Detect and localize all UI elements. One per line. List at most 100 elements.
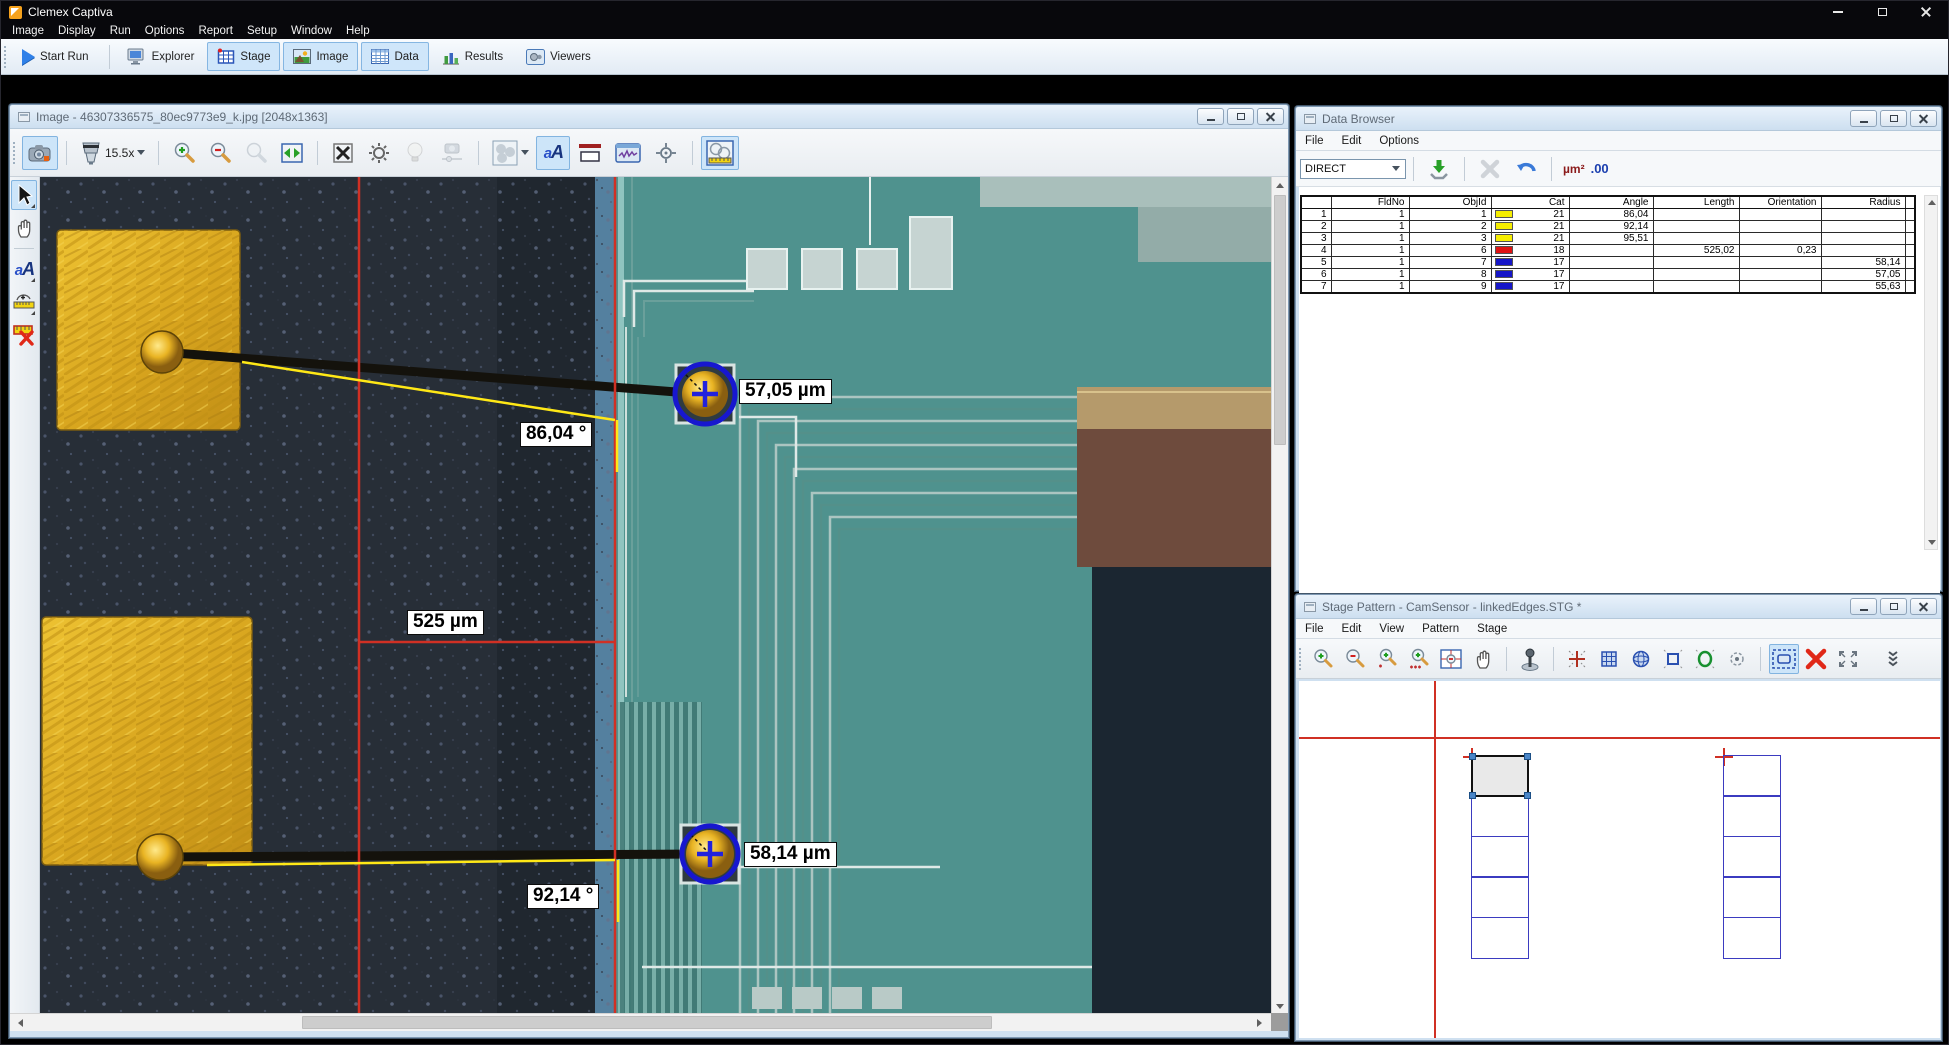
sp-ellipse-button[interactable] xyxy=(1690,644,1720,674)
radius-label-1[interactable]: 57,05 µm xyxy=(739,379,832,404)
start-run-button[interactable]: Start Run xyxy=(12,42,99,71)
pan-tool[interactable] xyxy=(11,213,37,243)
table-row[interactable]: 3132195,51 xyxy=(1301,233,1915,245)
image-window-titlebar[interactable]: Image - 46307336575_80ec9773e9_k.jpg [20… xyxy=(10,105,1288,129)
sp-origin-button[interactable] xyxy=(1562,644,1592,674)
menu-options[interactable]: Options xyxy=(138,25,192,37)
sp-selection-frame-button[interactable] xyxy=(1769,644,1799,674)
data-source-select[interactable]: DIRECT xyxy=(1300,159,1406,179)
menu-help[interactable]: Help xyxy=(339,25,377,37)
data-button[interactable]: Data xyxy=(361,42,428,71)
image-canvas[interactable]: 57,05 µm 86,04 ° 525 µm 92,14 ° 58,14 µm xyxy=(40,177,1271,1015)
image-minimize-button[interactable] xyxy=(1197,108,1224,125)
menu-report[interactable]: Report xyxy=(191,25,240,37)
table-vertical-scrollbar[interactable] xyxy=(1924,195,1938,550)
pattern-measure-button[interactable] xyxy=(701,136,739,170)
close-button[interactable] xyxy=(1904,1,1948,23)
sp-zoom-out-button[interactable] xyxy=(1340,644,1370,674)
db-close-button[interactable] xyxy=(1910,110,1937,127)
calibration-button[interactable] xyxy=(362,136,396,170)
measure-rotate-tool[interactable] xyxy=(11,287,37,317)
sp-menu-stage[interactable]: Stage xyxy=(1468,623,1516,635)
col-radius[interactable]: Radius xyxy=(1821,196,1905,209)
results-button[interactable]: Results xyxy=(432,42,513,71)
table-row[interactable]: 1112186,04 xyxy=(1301,209,1915,221)
image-horizontal-scrollbar[interactable] xyxy=(10,1013,1288,1031)
db-maximize-button[interactable] xyxy=(1880,110,1907,127)
stage-field[interactable] xyxy=(1471,795,1529,837)
camera-settings-button[interactable] xyxy=(434,136,470,170)
stage-field[interactable] xyxy=(1723,755,1781,797)
menu-image[interactable]: Image xyxy=(5,25,51,37)
sp-zoom-all-button[interactable] xyxy=(1404,644,1434,674)
col-angle[interactable]: Angle xyxy=(1569,196,1653,209)
data-browser-titlebar[interactable]: Data Browser xyxy=(1296,107,1941,131)
scroll-right-icon[interactable] xyxy=(1257,1019,1262,1027)
precision-label[interactable]: .00 xyxy=(1591,161,1609,176)
sp-menu-edit[interactable]: Edit xyxy=(1333,623,1371,635)
stage-field[interactable] xyxy=(1723,795,1781,837)
select-tool[interactable] xyxy=(11,180,37,210)
delete-measure-tool[interactable] xyxy=(11,320,37,350)
zoom-free-button[interactable] xyxy=(239,136,273,170)
col-objid[interactable]: ObjId xyxy=(1409,196,1491,209)
menu-setup[interactable]: Setup xyxy=(240,25,284,37)
table-row[interactable]: 7191755,63 xyxy=(1301,281,1915,294)
zoom-in-button[interactable] xyxy=(167,136,201,170)
stage-canvas[interactable] xyxy=(1299,681,1940,1038)
annotate-tool[interactable]: aA xyxy=(11,254,37,284)
maximize-button[interactable] xyxy=(1860,1,1904,23)
explorer-button[interactable]: Explorer xyxy=(117,42,205,71)
length-label[interactable]: 525 µm xyxy=(407,610,484,635)
delete-data-button[interactable] xyxy=(1473,155,1507,183)
sp-grid-button[interactable] xyxy=(1594,644,1624,674)
transfer-button[interactable] xyxy=(1422,155,1456,183)
stage-field[interactable] xyxy=(1471,876,1529,918)
db-menu-options[interactable]: Options xyxy=(1370,135,1428,147)
sp-menu-pattern[interactable]: Pattern xyxy=(1413,623,1468,635)
image-vertical-scrollbar[interactable] xyxy=(1271,177,1288,1015)
delete-object-button[interactable] xyxy=(326,136,360,170)
sp-close-button[interactable] xyxy=(1910,598,1937,615)
light-button[interactable] xyxy=(398,136,432,170)
radius-label-2[interactable]: 58,14 µm xyxy=(744,842,837,867)
sp-maximize-button[interactable] xyxy=(1880,598,1907,615)
sp-zoom-selection-button[interactable] xyxy=(1372,644,1402,674)
sp-zoom-window-button[interactable] xyxy=(1436,644,1466,674)
angle-label-2[interactable]: 92,14 ° xyxy=(527,884,599,909)
image-close-button[interactable] xyxy=(1257,108,1284,125)
sp-point-button[interactable] xyxy=(1722,644,1752,674)
sp-pan-button[interactable] xyxy=(1468,644,1498,674)
viewers-button[interactable]: Viewers xyxy=(516,42,601,71)
stage-field-selected[interactable] xyxy=(1471,755,1529,797)
sp-square-button[interactable] xyxy=(1658,644,1688,674)
stage-field[interactable] xyxy=(1723,836,1781,878)
table-row[interactable]: 2122192,14 xyxy=(1301,221,1915,233)
undo-button[interactable] xyxy=(1509,155,1543,183)
fit-window-button[interactable] xyxy=(275,136,309,170)
sp-menu-view[interactable]: View xyxy=(1370,623,1413,635)
sp-joystick-button[interactable] xyxy=(1515,644,1545,674)
col-cat[interactable]: Cat xyxy=(1491,196,1569,209)
table-row[interactable]: 6181757,05 xyxy=(1301,269,1915,281)
toolbar-grip[interactable] xyxy=(4,46,8,68)
stage-field[interactable] xyxy=(1723,876,1781,918)
stage-button[interactable]: Stage xyxy=(207,42,280,71)
minimize-button[interactable] xyxy=(1816,1,1860,23)
image-button[interactable]: Image xyxy=(283,42,358,71)
sp-delete-button[interactable] xyxy=(1801,644,1831,674)
db-menu-file[interactable]: File xyxy=(1296,135,1333,147)
measure-button[interactable] xyxy=(572,136,608,170)
menu-window[interactable]: Window xyxy=(284,25,339,37)
db-minimize-button[interactable] xyxy=(1850,110,1877,127)
db-menu-edit[interactable]: Edit xyxy=(1333,135,1371,147)
annotate-button[interactable]: aA xyxy=(536,136,570,170)
sp-menu-file[interactable]: File xyxy=(1296,623,1333,635)
horizontal-scroll-thumb[interactable] xyxy=(302,1016,992,1029)
stage-field[interactable] xyxy=(1471,917,1529,959)
camera-button[interactable] xyxy=(22,136,58,170)
objective-selector[interactable]: 15.5x xyxy=(75,136,150,170)
col-length[interactable]: Length xyxy=(1653,196,1739,209)
scroll-up-icon[interactable] xyxy=(1276,183,1284,188)
sp-fullscreen-button[interactable] xyxy=(1833,644,1863,674)
